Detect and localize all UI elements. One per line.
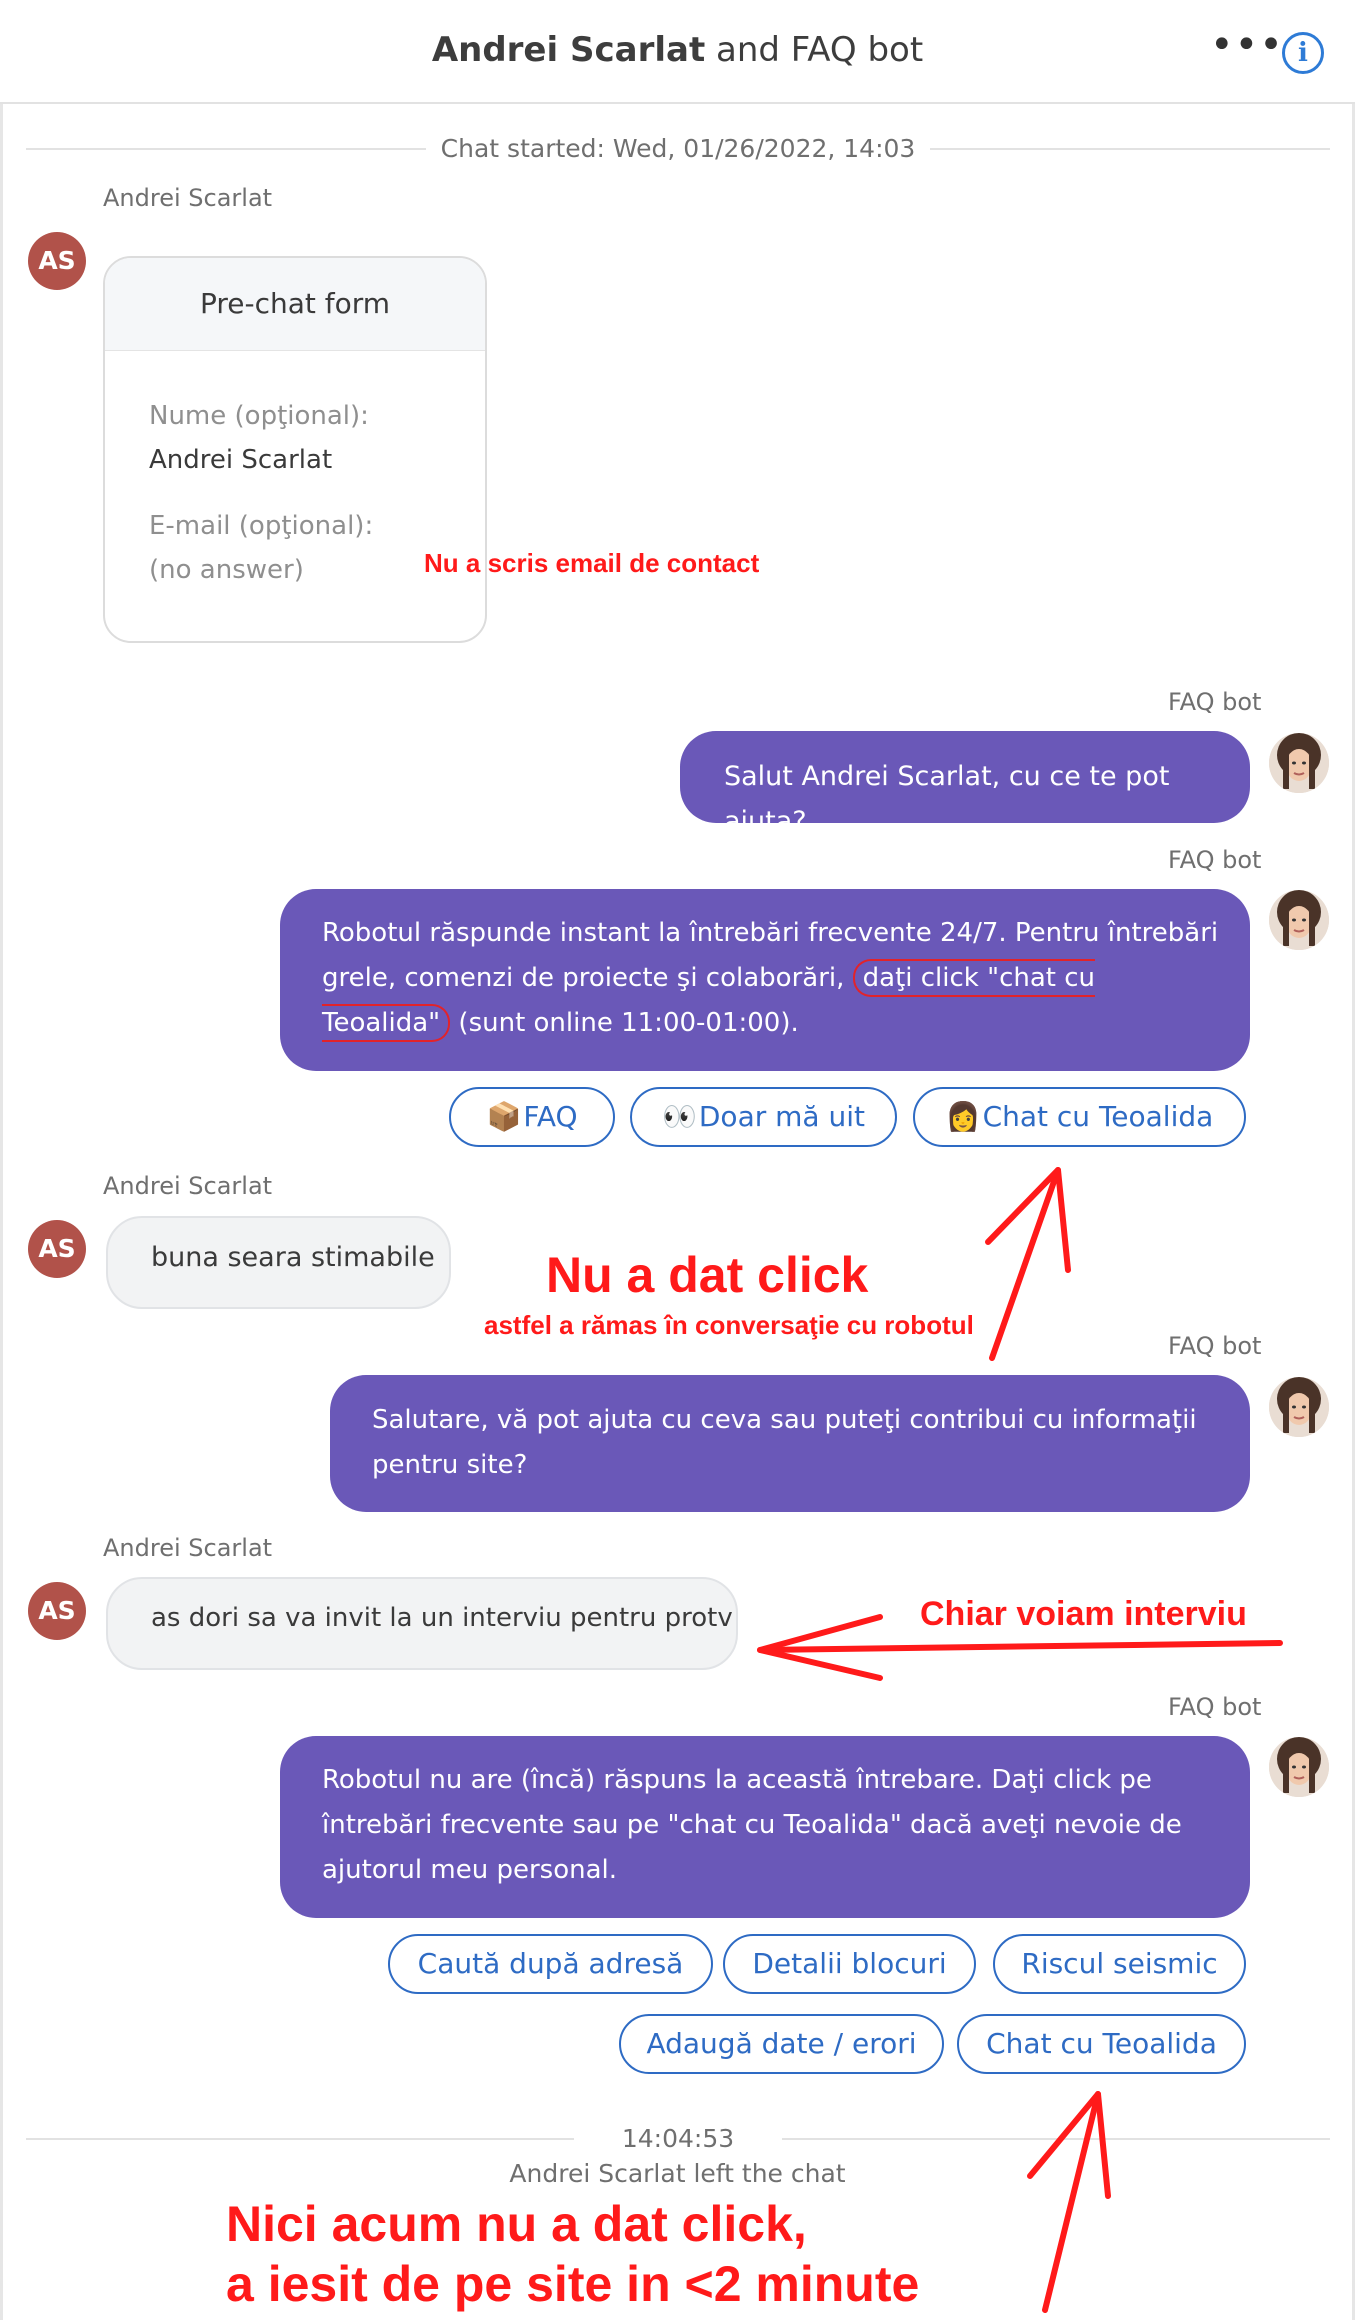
divider-right <box>930 148 1330 150</box>
window-left-border <box>0 0 3 2320</box>
annotation-final-line-1: Nici acum nu a dat click, <box>226 2196 807 2252</box>
quick-reply-add-data[interactable]: Adaugă date / erori <box>619 2014 944 2074</box>
arrow-to-interview-message <box>757 1640 1283 1653</box>
user-message: buna seara stimabile <box>106 1216 451 1309</box>
user-avatar: AS <box>28 232 86 290</box>
user-message: as dori sa va invit la un interviu pentr… <box>106 1577 738 1670</box>
quick-reply-just-looking[interactable]: 👀Doar mă uit <box>630 1087 897 1147</box>
quick-reply-faq[interactable]: 📦FAQ <box>449 1087 615 1147</box>
annotation-no-email: Nu a scris email de contact <box>424 548 760 578</box>
end-time: 14:04:53 <box>621 2124 735 2153</box>
chat-header: Andrei Scarlat and FAQ bot ••• i <box>0 0 1355 104</box>
arrow-to-chat-button-2 <box>1042 2091 1101 2313</box>
divider-left <box>26 2138 574 2140</box>
name-field-label: Nume (opţional): <box>149 401 369 431</box>
arrow-head-2 <box>757 1614 883 1681</box>
sender-name: Andrei Scarlat <box>103 1534 273 1562</box>
quick-reply-chat-teoalida[interactable]: Chat cu Teoalida <box>957 2014 1246 2074</box>
bot-message: Robotul nu are (încă) răspuns la această… <box>280 1736 1250 1918</box>
bot-avatar <box>1269 890 1329 950</box>
divider-left <box>26 148 426 150</box>
title-and: and <box>705 30 791 70</box>
chat-started-label: Chat started: Wed, 01/26/2022, 14:03 <box>440 134 916 163</box>
sender-name: FAQ bot <box>1168 688 1262 716</box>
sender-name: Andrei Scarlat <box>103 184 273 212</box>
quick-reply-chat-teoalida[interactable]: 👩Chat cu Teoalida <box>913 1087 1246 1147</box>
annotation-interview: Chiar voiam interviu <box>920 1595 1247 1633</box>
bot-message: Salutare, vă pot ajuta cu ceva sau puteţ… <box>330 1375 1250 1512</box>
prechat-form-card: Pre-chat form Nume (opţional): Andrei Sc… <box>103 256 487 643</box>
annotation-no-click-sub: astfel a rămas în conversaţie cu robotul <box>484 1310 974 1340</box>
user-avatar: AS <box>28 1582 86 1640</box>
bot-message: Salut Andrei Scarlat, cu ce te pot ajuta… <box>680 731 1250 837</box>
annotation-final-line-2: a iesit de pe site in <2 minute <box>226 2256 920 2312</box>
prechat-form-title: Pre-chat form <box>105 258 485 351</box>
arrow-head-1 <box>985 1167 1071 1273</box>
quick-reply-label: Doar mă uit <box>698 1100 865 1133</box>
chat-title: Andrei Scarlat and FAQ bot <box>0 30 1355 70</box>
quick-reply-seismic-risk[interactable]: Riscul seismic <box>993 1934 1246 1994</box>
annotation-final: Nici acum nu a dat click, a iesit de pe … <box>226 2194 919 2314</box>
email-field-label: E-mail (opţional): <box>149 511 374 541</box>
bot-message: Robotul răspunde instant la întrebări fr… <box>280 889 1250 1071</box>
email-field-value: (no answer) <box>149 555 304 585</box>
sender-name: FAQ bot <box>1168 1693 1262 1721</box>
title-bot-name: FAQ bot <box>790 30 924 70</box>
quick-reply-label: Chat cu Teoalida <box>982 1100 1214 1133</box>
package-icon: 📦 <box>486 1100 522 1133</box>
arrow-to-chat-button <box>989 1167 1061 1361</box>
sender-name: FAQ bot <box>1168 1332 1262 1360</box>
quick-reply-search-address[interactable]: Caută după adresă <box>388 1934 713 1994</box>
user-avatar: AS <box>28 1220 86 1278</box>
annotation-no-click: Nu a dat click <box>546 1247 869 1303</box>
info-icon[interactable]: i <box>1282 32 1324 74</box>
bot-avatar <box>1269 1377 1329 1437</box>
eyes-icon: 👀 <box>662 1100 697 1133</box>
arrow-head-3 <box>1027 2091 1111 2199</box>
sender-name: FAQ bot <box>1168 846 1262 874</box>
bot-avatar <box>1269 1737 1329 1797</box>
bot-avatar <box>1269 733 1329 793</box>
user-left-notice: Andrei Scarlat left the chat <box>509 2159 846 2188</box>
name-field-value: Andrei Scarlat <box>149 445 333 475</box>
title-user-name: Andrei Scarlat <box>431 30 706 70</box>
divider-right <box>782 2138 1330 2140</box>
quick-reply-block-details[interactable]: Detalii blocuri <box>723 1934 976 1994</box>
bot-message-text: (sunt online 11:00-01:00). <box>450 1008 799 1038</box>
sender-name: Andrei Scarlat <box>103 1172 273 1200</box>
quick-reply-label: FAQ <box>523 1100 578 1133</box>
more-options-icon[interactable]: ••• <box>1210 22 1284 68</box>
woman-icon: 👩 <box>945 1100 981 1133</box>
